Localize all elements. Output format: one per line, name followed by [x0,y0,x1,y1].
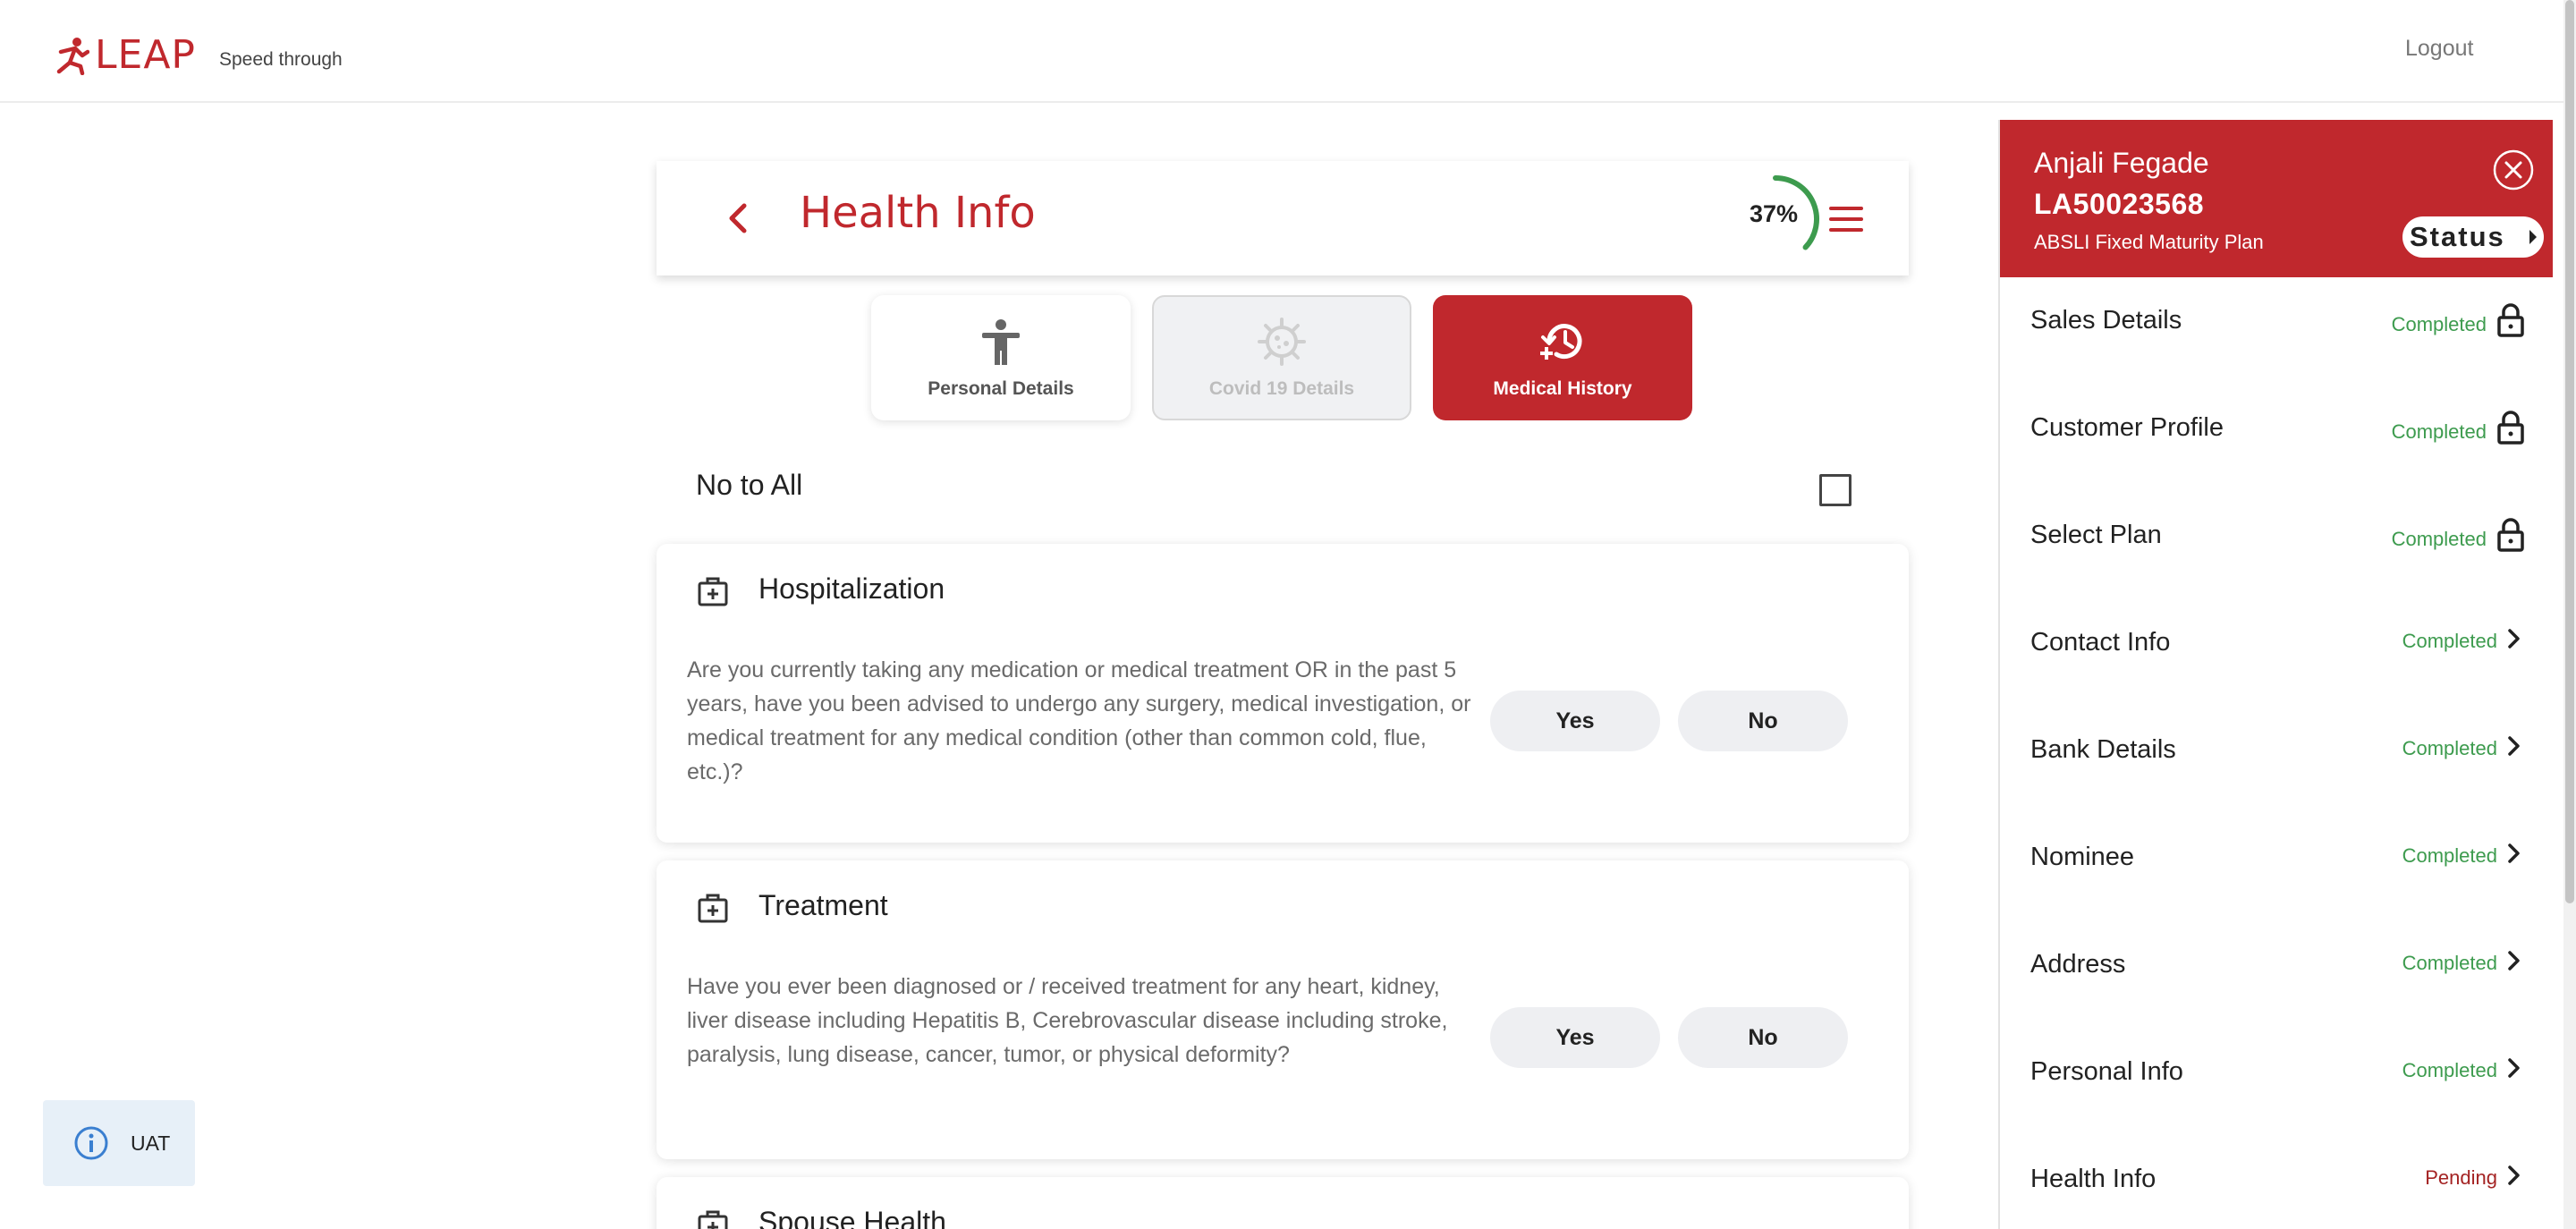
chevron-right-icon [2508,843,2520,863]
question-card-treatment: Treatment Have you ever been diagnosed o… [657,860,1909,1159]
step-item-contact-info[interactable]: Contact Info Completed [2000,599,2553,707]
hamburger-menu-icon[interactable] [1828,204,1864,234]
page-scrollbar[interactable] [2563,0,2576,1229]
status-button[interactable]: Status [2402,216,2544,258]
section-header-card: Health Info 37% [657,161,1909,275]
medical-kit-icon [698,1210,728,1229]
step-label: Select Plan [2030,521,2162,549]
step-label: Address [2030,950,2126,979]
step-item-customer-profile[interactable]: Customer Profile Completed [2000,385,2553,492]
step-item-select-plan[interactable]: Select Plan Completed [2000,492,2553,599]
brand-tagline: Speed through [218,49,343,70]
page-scrollbar-thumb[interactable] [2565,0,2574,903]
chevron-right-icon [2508,951,2520,970]
runner-logo-icon [56,38,89,75]
step-status: Completed [2402,1059,2497,1081]
chevron-right-icon [2508,1165,2520,1185]
question-card-hospitalization: Hospitalization Are you currently taking… [657,544,1909,843]
step-item-bank-details[interactable]: Bank Details Completed [2000,707,2553,814]
step-item-health-info[interactable]: Health Info Pending [2000,1136,2553,1229]
tab-covid-19-details[interactable]: Covid 19 Details [1152,295,1411,420]
step-label: Customer Profile [2030,413,2224,442]
no-button[interactable]: No [1678,691,1848,751]
top-bar: LEAP Speed through Logout [0,0,2563,103]
status-label: Status [2410,221,2505,252]
step-list: Sales Details Completed Customer Profile Co… [2000,277,2553,1229]
lock-icon [2497,303,2524,337]
question-card-spouse-health: Spouse Health [657,1177,1909,1229]
question-title: Hospitalization [758,572,945,605]
virus-icon [1258,318,1306,366]
tab-label: Medical History [1493,378,1632,399]
question-title: Treatment [758,889,888,921]
yes-button[interactable]: Yes [1490,1007,1660,1068]
step-item-sales-details[interactable]: Sales Details Completed [2000,277,2553,385]
medical-kit-icon [698,894,728,923]
step-status: Completed [2391,420,2487,443]
step-status: Completed [2402,844,2497,867]
panel-header: Anjali Fegade LA50023568 ABSLI Fixed Mat… [2000,120,2553,277]
logout-link[interactable]: Logout [2405,36,2473,62]
medical-kit-icon [698,577,728,606]
no-to-all-label: No to All [696,469,803,501]
environment-badge[interactable]: UAT [43,1100,195,1186]
step-label: Contact Info [2030,628,2171,657]
lock-icon [2497,518,2524,552]
no-to-all-checkbox[interactable] [1819,474,1852,506]
tab-medical-history[interactable]: Medical History [1433,295,1692,420]
chevron-right-icon [2508,736,2520,756]
question-text: Have you ever been diagnosed or / receiv… [687,974,1448,1067]
tab-personal-details[interactable]: Personal Details [871,295,1131,420]
person-icon [982,319,1020,365]
info-icon [74,1126,108,1160]
step-status: Completed [2391,313,2487,335]
question-text: Are you currently taking any medication … [687,657,1471,784]
application-status-panel: Anjali Fegade LA50023568 ABSLI Fixed Mat… [1998,120,2553,1229]
brand-logo[interactable]: LEAP Speed through [55,34,343,77]
caret-right-icon [2529,230,2537,244]
tab-label: Personal Details [928,378,1074,399]
environment-label: UAT [131,1131,171,1155]
step-status: Completed [2391,528,2487,550]
back-arrow-icon[interactable] [719,199,758,238]
step-label: Nominee [2030,843,2135,871]
step-label: Sales Details [2030,306,2182,335]
step-status: Pending [2425,1166,2497,1189]
lock-icon [2497,411,2524,445]
no-button[interactable]: No [1678,1007,1848,1068]
brand-name: LEAP [95,32,196,78]
health-sub-tabs: Personal Details Covid 19 Details Medica… [871,295,1692,420]
plan-name: ABSLI Fixed Maturity Plan [2034,231,2264,253]
chevron-right-icon [2508,1058,2520,1078]
step-status: Completed [2402,952,2497,974]
application-id: LA50023568 [2034,188,2205,220]
step-item-address[interactable]: Address Completed [2000,921,2553,1029]
close-icon[interactable] [2492,148,2535,191]
page-title: Health Info [800,188,1036,238]
step-label: Personal Info [2030,1057,2183,1086]
question-title: Spouse Health [758,1206,946,1229]
history-icon [1540,324,1582,360]
tab-label: Covid 19 Details [1208,378,1355,399]
progress-ring [1773,175,1819,250]
step-label: Health Info [2030,1165,2157,1193]
chevron-right-icon [2508,629,2520,648]
step-status: Completed [2402,737,2497,759]
customer-name: Anjali Fegade [2034,147,2209,179]
step-item-nominee[interactable]: Nominee Completed [2000,814,2553,921]
step-status: Completed [2402,630,2497,652]
step-item-personal-info[interactable]: Personal Info Completed [2000,1029,2553,1136]
step-label: Bank Details [2030,735,2176,764]
yes-button[interactable]: Yes [1490,691,1660,751]
